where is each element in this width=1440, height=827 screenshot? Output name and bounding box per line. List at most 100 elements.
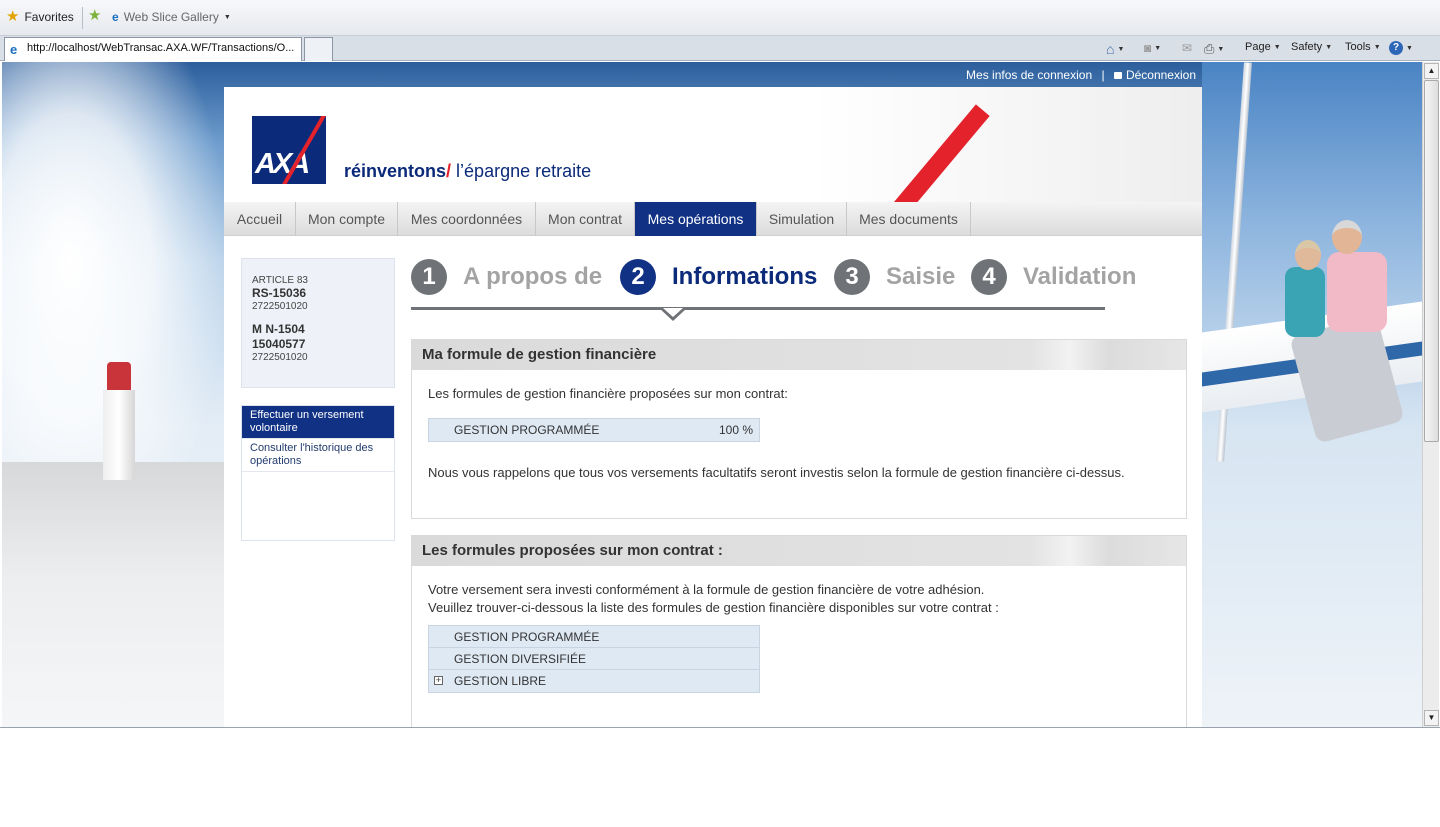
favorites-bar: ★ Favorites ★ e Web Slice Gallery ▼ <box>0 0 1440 36</box>
couple-image-woman <box>1285 267 1325 337</box>
star-icon: ★ <box>6 8 20 25</box>
panel-line2: Veuillez trouver-ci-dessous la liste des… <box>428 600 999 615</box>
favorites-button[interactable]: ★ Favorites <box>6 8 74 25</box>
expand-icon[interactable]: + <box>434 676 443 685</box>
contract1-number: 2722501020 <box>252 301 308 312</box>
contract1-label: ARTICLE 83 <box>252 275 308 286</box>
tab-bar: e http://localhost/WebTransac.AXA.WF/Tra… <box>0 36 1440 61</box>
dropdown-icon: ▼ <box>1373 43 1381 51</box>
help-icon: ? <box>1389 41 1403 55</box>
contract2-number: 2722501020 <box>252 352 308 363</box>
add-favorite-button[interactable]: ★ <box>88 8 101 23</box>
step-number: 3 <box>834 259 870 295</box>
list-item-expandable[interactable]: + GESTION LIBRE <box>429 670 759 692</box>
step-2: 2 Informations <box>620 259 817 295</box>
logout-label: Déconnexion <box>1125 68 1196 82</box>
dropdown-icon: ▼ <box>223 13 231 21</box>
dropdown-icon: ▼ <box>1406 44 1413 52</box>
panel-ma-formule: Ma formule de gestion financière Les for… <box>411 339 1187 519</box>
web-slice-label: Web Slice Gallery <box>123 10 219 24</box>
panel-title: Ma formule de gestion financière <box>412 340 1186 370</box>
home-icon: ⌂ <box>1106 41 1115 57</box>
background-rocks <box>2 462 232 727</box>
tagline-bold: réinventons <box>344 161 447 181</box>
safety-menu-label: Safety <box>1291 41 1323 53</box>
list-item: GESTION PROGRAMMÉE <box>429 626 759 648</box>
toolbar-separator <box>82 7 83 29</box>
menu-historique-operations[interactable]: Consulter l'historique des opérations <box>242 439 394 472</box>
dropdown-icon: ▼ <box>1217 45 1225 53</box>
formule-table: GESTION PROGRAMMÉE 100 % <box>428 418 760 442</box>
lock-icon <box>1113 72 1122 79</box>
rss-icon: ◙ <box>1144 41 1152 55</box>
axa-logo[interactable]: AXA <box>252 116 326 184</box>
formule-label: GESTION PROGRAMMÉE <box>454 423 600 437</box>
vertical-scrollbar[interactable]: ▲ ▼ <box>1422 62 1439 727</box>
main-nav: Accueil Mon compte Mes coordonnées Mon c… <box>224 202 1202 236</box>
panel-note: Nous vous rappelons que tous vos verseme… <box>428 465 1125 480</box>
print-icon: ⎙ <box>1204 41 1215 56</box>
help-button[interactable]: ? ▼ <box>1389 41 1413 55</box>
ie-page-icon: e <box>112 10 119 24</box>
panel-intro: Les formules de gestion financière propo… <box>428 386 788 401</box>
print-button[interactable]: ⎙ ▼ <box>1204 41 1224 57</box>
mail-button[interactable]: ✉ <box>1182 41 1192 55</box>
nav-mes-operations[interactable]: Mes opérations <box>635 202 757 236</box>
scroll-down-arrow-icon[interactable]: ▼ <box>1424 710 1439 726</box>
browser-tab[interactable]: e http://localhost/WebTransac.AXA.WF/Tra… <box>4 37 302 61</box>
step-label: Informations <box>672 263 818 290</box>
dropdown-icon: ▼ <box>1273 43 1281 51</box>
contract2-line1: M N-1504 <box>252 322 305 336</box>
main-page: AXA réinventons/ l’épargne retraite Accu… <box>224 87 1202 727</box>
page-menu[interactable]: Page ▼ <box>1245 41 1281 53</box>
step-label: Validation <box>1023 263 1137 290</box>
ie-icon: e <box>10 42 18 57</box>
tools-menu[interactable]: Tools ▼ <box>1345 41 1381 53</box>
panel-title: Les formules proposées sur mon contrat : <box>412 536 1186 566</box>
logout-link[interactable]: Déconnexion <box>1113 68 1196 82</box>
lighthouse-image <box>97 362 141 480</box>
nav-mon-contrat[interactable]: Mon contrat <box>536 202 635 236</box>
list-item-label: GESTION LIBRE <box>454 674 547 688</box>
home-button[interactable]: ⌂ ▼ <box>1106 41 1124 57</box>
menu-versement-volontaire[interactable]: Effectuer un versement volontaire <box>242 406 394 439</box>
step-1: 1 A propos de <box>411 259 602 295</box>
feeds-button[interactable]: ◙ ▼ <box>1144 41 1161 55</box>
nav-mon-compte[interactable]: Mon compte <box>296 202 398 236</box>
nav-mes-documents[interactable]: Mes documents <box>847 202 971 236</box>
contract-summary: ARTICLE 83 RS-15036 2722501020 M N-1504 … <box>241 258 395 388</box>
current-step-arrow-inner <box>663 308 683 317</box>
step-label: A propos de <box>463 263 603 290</box>
tagline-rest: l’épargne retraite <box>451 161 592 181</box>
contract1-id: RS-15036 <box>252 286 307 300</box>
scrollbar-thumb[interactable] <box>1424 80 1439 442</box>
top-links: Mes infos de connexion | Déconnexion <box>224 68 1202 82</box>
tab-url: http://localhost/WebTransac.AXA.WF/Trans… <box>27 42 295 54</box>
formule-percentage: 100 % <box>718 423 753 437</box>
step-label: Saisie <box>886 263 956 290</box>
list-item: GESTION DIVERSIFIÉE <box>429 648 759 670</box>
scroll-up-arrow-icon[interactable]: ▲ <box>1424 63 1439 79</box>
step-number: 4 <box>971 259 1007 295</box>
web-slice-gallery-link[interactable]: e Web Slice Gallery ▼ <box>112 10 231 24</box>
page-menu-label: Page <box>1245 41 1271 53</box>
tools-menu-label: Tools <box>1345 41 1371 53</box>
mail-icon: ✉ <box>1182 41 1193 55</box>
nav-simulation[interactable]: Simulation <box>757 202 847 236</box>
link-separator: | <box>1101 68 1105 82</box>
page-viewport: Mes infos de connexion | Déconnexion AXA… <box>2 62 1422 727</box>
couple-image-man <box>1327 252 1387 332</box>
steps-progress-line <box>411 307 1105 310</box>
safety-menu[interactable]: Safety ▼ <box>1291 41 1332 53</box>
step-4: 4 Validation <box>971 259 1136 295</box>
nav-mes-coordonnees[interactable]: Mes coordonnées <box>398 202 536 236</box>
panel-line1: Votre versement sera investi conformémen… <box>428 582 985 597</box>
couple-image-woman-head <box>1295 240 1321 270</box>
nav-accueil[interactable]: Accueil <box>224 202 296 236</box>
site-header: AXA réinventons/ l’épargne retraite <box>224 87 1202 216</box>
blank-bottom-pane <box>0 727 1440 827</box>
new-tab-button[interactable] <box>304 37 333 61</box>
connexion-info-link[interactable]: Mes infos de connexion <box>966 68 1092 82</box>
formules-list: GESTION PROGRAMMÉE GESTION DIVERSIFIÉE +… <box>428 625 760 693</box>
contract2-line2: 15040577 <box>252 337 306 351</box>
